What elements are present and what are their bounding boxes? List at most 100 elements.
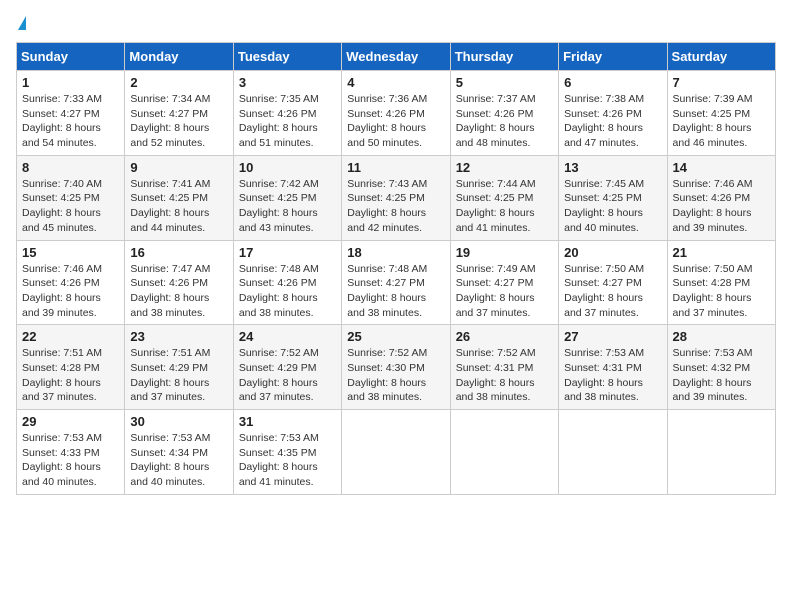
day-number: 2: [130, 75, 227, 90]
calendar-cell: 8 Sunrise: 7:40 AMSunset: 4:25 PMDayligh…: [17, 155, 125, 240]
calendar-cell: 20 Sunrise: 7:50 AMSunset: 4:27 PMDaylig…: [559, 240, 667, 325]
day-info: Sunrise: 7:49 AMSunset: 4:27 PMDaylight:…: [456, 263, 536, 319]
weekday-header-tuesday: Tuesday: [233, 43, 341, 71]
day-number: 24: [239, 329, 336, 344]
calendar-cell: 5 Sunrise: 7:37 AMSunset: 4:26 PMDayligh…: [450, 71, 558, 156]
day-info: Sunrise: 7:35 AMSunset: 4:26 PMDaylight:…: [239, 93, 319, 149]
day-info: Sunrise: 7:51 AMSunset: 4:28 PMDaylight:…: [22, 347, 102, 403]
weekday-header-monday: Monday: [125, 43, 233, 71]
calendar-cell: 7 Sunrise: 7:39 AMSunset: 4:25 PMDayligh…: [667, 71, 775, 156]
day-number: 31: [239, 414, 336, 429]
calendar-cell: [559, 410, 667, 495]
calendar-cell: 30 Sunrise: 7:53 AMSunset: 4:34 PMDaylig…: [125, 410, 233, 495]
calendar-week-1: 1 Sunrise: 7:33 AMSunset: 4:27 PMDayligh…: [17, 71, 776, 156]
day-number: 28: [673, 329, 770, 344]
day-info: Sunrise: 7:42 AMSunset: 4:25 PMDaylight:…: [239, 178, 319, 234]
day-number: 22: [22, 329, 119, 344]
calendar-cell: 12 Sunrise: 7:44 AMSunset: 4:25 PMDaylig…: [450, 155, 558, 240]
day-number: 5: [456, 75, 553, 90]
day-info: Sunrise: 7:52 AMSunset: 4:30 PMDaylight:…: [347, 347, 427, 403]
day-number: 17: [239, 245, 336, 260]
day-number: 21: [673, 245, 770, 260]
calendar-body: 1 Sunrise: 7:33 AMSunset: 4:27 PMDayligh…: [17, 71, 776, 495]
day-info: Sunrise: 7:53 AMSunset: 4:33 PMDaylight:…: [22, 432, 102, 488]
weekday-header-saturday: Saturday: [667, 43, 775, 71]
day-info: Sunrise: 7:33 AMSunset: 4:27 PMDaylight:…: [22, 93, 102, 149]
day-number: 19: [456, 245, 553, 260]
day-number: 18: [347, 245, 444, 260]
day-number: 29: [22, 414, 119, 429]
weekday-header-wednesday: Wednesday: [342, 43, 450, 71]
page-header: [16, 16, 776, 30]
day-number: 12: [456, 160, 553, 175]
day-info: Sunrise: 7:37 AMSunset: 4:26 PMDaylight:…: [456, 93, 536, 149]
calendar-cell: 1 Sunrise: 7:33 AMSunset: 4:27 PMDayligh…: [17, 71, 125, 156]
logo-icon: [18, 16, 26, 30]
calendar-cell: 22 Sunrise: 7:51 AMSunset: 4:28 PMDaylig…: [17, 325, 125, 410]
calendar-cell: 27 Sunrise: 7:53 AMSunset: 4:31 PMDaylig…: [559, 325, 667, 410]
calendar-week-5: 29 Sunrise: 7:53 AMSunset: 4:33 PMDaylig…: [17, 410, 776, 495]
calendar-cell: 28 Sunrise: 7:53 AMSunset: 4:32 PMDaylig…: [667, 325, 775, 410]
day-info: Sunrise: 7:43 AMSunset: 4:25 PMDaylight:…: [347, 178, 427, 234]
calendar-cell: 14 Sunrise: 7:46 AMSunset: 4:26 PMDaylig…: [667, 155, 775, 240]
day-info: Sunrise: 7:51 AMSunset: 4:29 PMDaylight:…: [130, 347, 210, 403]
day-number: 26: [456, 329, 553, 344]
day-number: 1: [22, 75, 119, 90]
day-info: Sunrise: 7:45 AMSunset: 4:25 PMDaylight:…: [564, 178, 644, 234]
calendar-cell: 17 Sunrise: 7:48 AMSunset: 4:26 PMDaylig…: [233, 240, 341, 325]
day-number: 3: [239, 75, 336, 90]
day-number: 27: [564, 329, 661, 344]
day-number: 13: [564, 160, 661, 175]
day-number: 25: [347, 329, 444, 344]
day-info: Sunrise: 7:47 AMSunset: 4:26 PMDaylight:…: [130, 263, 210, 319]
day-info: Sunrise: 7:48 AMSunset: 4:26 PMDaylight:…: [239, 263, 319, 319]
calendar-cell: 11 Sunrise: 7:43 AMSunset: 4:25 PMDaylig…: [342, 155, 450, 240]
calendar-cell: 19 Sunrise: 7:49 AMSunset: 4:27 PMDaylig…: [450, 240, 558, 325]
day-info: Sunrise: 7:48 AMSunset: 4:27 PMDaylight:…: [347, 263, 427, 319]
day-info: Sunrise: 7:52 AMSunset: 4:31 PMDaylight:…: [456, 347, 536, 403]
day-number: 30: [130, 414, 227, 429]
day-info: Sunrise: 7:50 AMSunset: 4:28 PMDaylight:…: [673, 263, 753, 319]
weekday-header-row: SundayMondayTuesdayWednesdayThursdayFrid…: [17, 43, 776, 71]
calendar-cell: 10 Sunrise: 7:42 AMSunset: 4:25 PMDaylig…: [233, 155, 341, 240]
calendar-cell: 16 Sunrise: 7:47 AMSunset: 4:26 PMDaylig…: [125, 240, 233, 325]
calendar-cell: 9 Sunrise: 7:41 AMSunset: 4:25 PMDayligh…: [125, 155, 233, 240]
calendar-cell: 4 Sunrise: 7:36 AMSunset: 4:26 PMDayligh…: [342, 71, 450, 156]
calendar-table: SundayMondayTuesdayWednesdayThursdayFrid…: [16, 42, 776, 495]
calendar-cell: 13 Sunrise: 7:45 AMSunset: 4:25 PMDaylig…: [559, 155, 667, 240]
calendar-cell: 26 Sunrise: 7:52 AMSunset: 4:31 PMDaylig…: [450, 325, 558, 410]
calendar-cell: [342, 410, 450, 495]
calendar-week-2: 8 Sunrise: 7:40 AMSunset: 4:25 PMDayligh…: [17, 155, 776, 240]
day-info: Sunrise: 7:44 AMSunset: 4:25 PMDaylight:…: [456, 178, 536, 234]
day-info: Sunrise: 7:53 AMSunset: 4:31 PMDaylight:…: [564, 347, 644, 403]
day-info: Sunrise: 7:46 AMSunset: 4:26 PMDaylight:…: [22, 263, 102, 319]
day-info: Sunrise: 7:36 AMSunset: 4:26 PMDaylight:…: [347, 93, 427, 149]
day-info: Sunrise: 7:53 AMSunset: 4:35 PMDaylight:…: [239, 432, 319, 488]
day-number: 9: [130, 160, 227, 175]
day-info: Sunrise: 7:41 AMSunset: 4:25 PMDaylight:…: [130, 178, 210, 234]
day-info: Sunrise: 7:50 AMSunset: 4:27 PMDaylight:…: [564, 263, 644, 319]
day-info: Sunrise: 7:46 AMSunset: 4:26 PMDaylight:…: [673, 178, 753, 234]
calendar-week-4: 22 Sunrise: 7:51 AMSunset: 4:28 PMDaylig…: [17, 325, 776, 410]
calendar-cell: 24 Sunrise: 7:52 AMSunset: 4:29 PMDaylig…: [233, 325, 341, 410]
logo: [16, 16, 26, 30]
calendar-cell: 31 Sunrise: 7:53 AMSunset: 4:35 PMDaylig…: [233, 410, 341, 495]
calendar-cell: 6 Sunrise: 7:38 AMSunset: 4:26 PMDayligh…: [559, 71, 667, 156]
day-number: 6: [564, 75, 661, 90]
calendar-cell: 29 Sunrise: 7:53 AMSunset: 4:33 PMDaylig…: [17, 410, 125, 495]
calendar-header: SundayMondayTuesdayWednesdayThursdayFrid…: [17, 43, 776, 71]
day-info: Sunrise: 7:34 AMSunset: 4:27 PMDaylight:…: [130, 93, 210, 149]
calendar-cell: 21 Sunrise: 7:50 AMSunset: 4:28 PMDaylig…: [667, 240, 775, 325]
day-info: Sunrise: 7:38 AMSunset: 4:26 PMDaylight:…: [564, 93, 644, 149]
day-number: 4: [347, 75, 444, 90]
day-number: 20: [564, 245, 661, 260]
weekday-header-friday: Friday: [559, 43, 667, 71]
day-number: 23: [130, 329, 227, 344]
calendar-cell: [450, 410, 558, 495]
day-number: 10: [239, 160, 336, 175]
day-number: 11: [347, 160, 444, 175]
day-info: Sunrise: 7:40 AMSunset: 4:25 PMDaylight:…: [22, 178, 102, 234]
day-number: 8: [22, 160, 119, 175]
weekday-header-sunday: Sunday: [17, 43, 125, 71]
calendar-cell: [667, 410, 775, 495]
